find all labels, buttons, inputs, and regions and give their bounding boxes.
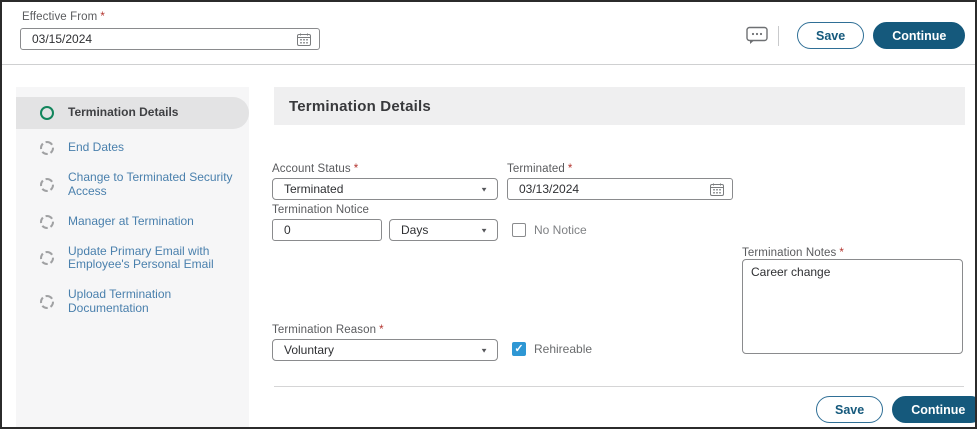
footer-actions: Save Continue xyxy=(816,396,975,423)
page: Effective From* Save C xyxy=(0,0,977,429)
step-active-circle-icon xyxy=(40,106,54,120)
effective-from-field xyxy=(20,28,320,50)
terminated-date-field xyxy=(507,178,733,200)
section-header: Termination Details xyxy=(274,87,965,125)
termination-reason-label: Termination Reason * xyxy=(272,324,384,336)
calendar-icon[interactable] xyxy=(297,33,311,46)
step-pending-circle-icon xyxy=(40,177,54,192)
termination-notes-label: Termination Notes * xyxy=(742,247,844,259)
continue-button[interactable]: Continue xyxy=(892,396,975,423)
chevron-down-icon: ▼ xyxy=(480,226,488,234)
footer-divider xyxy=(274,386,964,387)
terminated-label: Terminated * xyxy=(507,163,573,175)
termination-notice-input[interactable] xyxy=(284,223,373,237)
required-marker: * xyxy=(839,247,844,259)
no-notice-checkbox[interactable]: No Notice xyxy=(512,223,587,237)
save-button[interactable]: Save xyxy=(816,396,884,423)
chevron-down-icon: ▼ xyxy=(480,346,488,354)
termination-notice-label: Termination Notice xyxy=(272,204,370,216)
step-change-terminated-security-access[interactable]: Change to Terminated Security Access xyxy=(16,163,249,207)
calendar-icon[interactable] xyxy=(710,183,724,196)
step-pending-circle-icon xyxy=(40,141,54,155)
required-marker: * xyxy=(353,163,359,175)
effective-from-label: Effective From * xyxy=(22,11,105,23)
step-pending-circle-icon xyxy=(40,294,54,309)
required-marker: * xyxy=(379,324,384,336)
step-upload-termination-documentation[interactable]: Upload Termination Documentation xyxy=(16,280,249,324)
top-divider xyxy=(2,64,975,65)
termination-notice-field xyxy=(272,219,382,241)
chevron-down-icon: ▼ xyxy=(480,185,488,193)
continue-button[interactable]: Continue xyxy=(873,22,966,49)
notice-unit-select[interactable]: Days ▼ xyxy=(389,219,498,241)
checkbox-unchecked-icon xyxy=(512,223,526,237)
step-termination-details[interactable]: Termination Details xyxy=(16,97,249,129)
save-button[interactable]: Save xyxy=(797,22,865,49)
comment-icon[interactable] xyxy=(746,26,768,45)
termination-reason-select[interactable]: Voluntary ▼ xyxy=(272,339,498,361)
step-pending-circle-icon xyxy=(40,214,54,229)
step-pending-circle-icon xyxy=(40,251,54,266)
step-manager-at-termination[interactable]: Manager at Termination xyxy=(16,207,249,237)
account-status-select[interactable]: Terminated ▼ xyxy=(272,178,498,200)
account-status-label: Account Status * xyxy=(272,163,359,175)
page-title: Termination Details xyxy=(289,97,431,115)
stepper-sidebar: Termination Details End Dates Change to … xyxy=(16,87,249,427)
rehireable-checkbox[interactable]: ✓ Rehireable xyxy=(512,342,592,356)
checkbox-checked-icon: ✓ xyxy=(512,342,526,356)
effective-from-input[interactable] xyxy=(32,32,297,46)
required-marker: * xyxy=(100,11,105,23)
top-actions: Save Continue xyxy=(746,22,966,49)
termination-notes-textarea[interactable]: Career change xyxy=(742,259,963,354)
divider xyxy=(778,25,779,46)
terminated-date-input[interactable] xyxy=(519,182,710,196)
required-marker: * xyxy=(567,163,573,175)
step-update-primary-email[interactable]: Update Primary Email with Employee's Per… xyxy=(16,237,249,281)
step-end-dates[interactable]: End Dates xyxy=(16,133,249,163)
